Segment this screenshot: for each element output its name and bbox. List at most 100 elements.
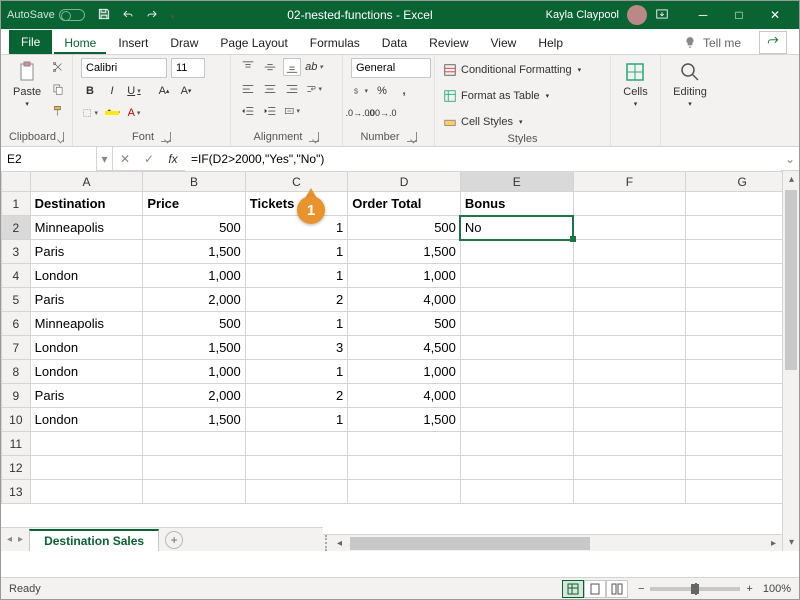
cell[interactable] xyxy=(245,456,347,480)
cell[interactable]: 1,500 xyxy=(348,240,461,264)
cell[interactable]: London xyxy=(30,360,143,384)
cell[interactable]: 500 xyxy=(143,216,245,240)
formula-bar-expand[interactable]: ⌄ xyxy=(781,152,799,166)
cell[interactable]: Minneapolis xyxy=(30,312,143,336)
row-header[interactable]: 4 xyxy=(2,264,31,288)
tab-view[interactable]: View xyxy=(481,32,527,54)
view-page-break-icon[interactable] xyxy=(606,580,628,598)
align-middle-icon[interactable] xyxy=(261,58,279,76)
maximize-button[interactable]: □ xyxy=(721,1,757,29)
cell[interactable] xyxy=(460,288,573,312)
cell[interactable]: Price xyxy=(143,192,245,216)
cell[interactable] xyxy=(460,384,573,408)
cell[interactable] xyxy=(573,312,686,336)
row-header[interactable]: 11 xyxy=(2,432,31,456)
italic-button[interactable]: I xyxy=(103,82,121,100)
orientation-icon[interactable]: ab xyxy=(305,58,323,76)
tellme-label[interactable]: Tell me xyxy=(703,36,741,50)
cell[interactable]: 1,000 xyxy=(348,360,461,384)
copy-icon[interactable] xyxy=(49,80,67,98)
cells-button[interactable]: Cells ▾ xyxy=(619,58,651,110)
cell[interactable] xyxy=(573,240,686,264)
minimize-button[interactable]: ─ xyxy=(685,1,721,29)
cell[interactable] xyxy=(460,480,573,504)
align-right-icon[interactable] xyxy=(283,80,301,98)
align-bottom-icon[interactable] xyxy=(283,58,301,76)
sheet-tab[interactable]: Destination Sales xyxy=(29,529,159,551)
cell[interactable]: 2 xyxy=(245,384,347,408)
cell[interactable] xyxy=(348,480,461,504)
cell[interactable] xyxy=(245,432,347,456)
increase-decimal-icon[interactable]: .0→.00 xyxy=(351,104,369,122)
decrease-indent-icon[interactable] xyxy=(239,102,257,120)
cell[interactable]: 1,500 xyxy=(143,336,245,360)
cell[interactable] xyxy=(573,264,686,288)
cell[interactable]: 1 xyxy=(245,264,347,288)
cell[interactable]: 2,000 xyxy=(143,384,245,408)
cell[interactable] xyxy=(460,432,573,456)
fill-color-button[interactable] xyxy=(103,104,121,122)
cell[interactable]: 1,500 xyxy=(348,408,461,432)
cell[interactable]: Bonus xyxy=(460,192,573,216)
merge-center-icon[interactable] xyxy=(283,102,301,120)
cell[interactable] xyxy=(460,408,573,432)
cell[interactable] xyxy=(573,360,686,384)
cell[interactable] xyxy=(30,480,143,504)
cell[interactable]: 1,000 xyxy=(143,264,245,288)
zoom-out-button[interactable]: − xyxy=(638,583,644,595)
editing-button[interactable]: Editing ▾ xyxy=(669,58,711,110)
cell[interactable] xyxy=(143,480,245,504)
cell[interactable]: 1 xyxy=(245,408,347,432)
zoom-slider[interactable]: − + xyxy=(638,583,753,595)
cell[interactable]: 1,500 xyxy=(143,240,245,264)
font-name-input[interactable] xyxy=(81,58,167,78)
increase-indent-icon[interactable] xyxy=(261,102,279,120)
cell[interactable]: Paris xyxy=(30,384,143,408)
cell[interactable]: 1 xyxy=(245,240,347,264)
row-header[interactable]: 10 xyxy=(2,408,31,432)
cell[interactable]: London xyxy=(30,408,143,432)
wrap-text-icon[interactable] xyxy=(305,80,323,98)
cell[interactable]: 1 xyxy=(245,312,347,336)
scroll-down-icon[interactable]: ▾ xyxy=(783,534,799,551)
cell[interactable]: 4,000 xyxy=(348,288,461,312)
cell[interactable]: 1,000 xyxy=(143,360,245,384)
undo-icon[interactable] xyxy=(121,7,135,24)
tab-data[interactable]: Data xyxy=(372,32,417,54)
cell[interactable] xyxy=(143,432,245,456)
cell[interactable]: Minneapolis xyxy=(30,216,143,240)
cell[interactable] xyxy=(573,288,686,312)
cell[interactable] xyxy=(573,216,686,240)
scroll-up-icon[interactable]: ▴ xyxy=(783,171,799,188)
paste-button[interactable]: Paste ▾ xyxy=(9,58,45,110)
cell[interactable] xyxy=(460,312,573,336)
cell[interactable]: 2 xyxy=(245,288,347,312)
tab-file[interactable]: File xyxy=(9,30,52,54)
cell[interactable] xyxy=(460,360,573,384)
cell[interactable] xyxy=(573,432,686,456)
cell[interactable]: 4,500 xyxy=(348,336,461,360)
row-header[interactable]: 6 xyxy=(2,312,31,336)
borders-button[interactable] xyxy=(81,104,99,122)
cell[interactable] xyxy=(573,480,686,504)
cell[interactable] xyxy=(573,408,686,432)
scroll-right-icon[interactable]: ▸ xyxy=(765,535,782,551)
cell[interactable]: 1,500 xyxy=(143,408,245,432)
cell[interactable] xyxy=(30,456,143,480)
cell[interactable] xyxy=(460,264,573,288)
clipboard-dialog-launcher[interactable] xyxy=(63,132,64,142)
tab-insert[interactable]: Insert xyxy=(108,32,158,54)
worksheet-grid[interactable]: A B C D E F G 1 Destination Price Ticket… xyxy=(1,171,799,551)
row-header[interactable]: 7 xyxy=(2,336,31,360)
number-dialog-launcher[interactable] xyxy=(407,132,417,142)
row-header[interactable]: 3 xyxy=(2,240,31,264)
decrease-decimal-icon[interactable]: .00→.0 xyxy=(373,104,391,122)
col-header-A[interactable]: A xyxy=(30,172,143,192)
autosave-toggle[interactable]: AutoSave xyxy=(7,9,85,21)
align-top-icon[interactable] xyxy=(239,58,257,76)
row-header[interactable]: 12 xyxy=(2,456,31,480)
font-dialog-launcher[interactable] xyxy=(161,132,171,142)
cell[interactable] xyxy=(573,384,686,408)
qat-dropdown[interactable] xyxy=(169,8,175,22)
col-header-B[interactable]: B xyxy=(143,172,245,192)
